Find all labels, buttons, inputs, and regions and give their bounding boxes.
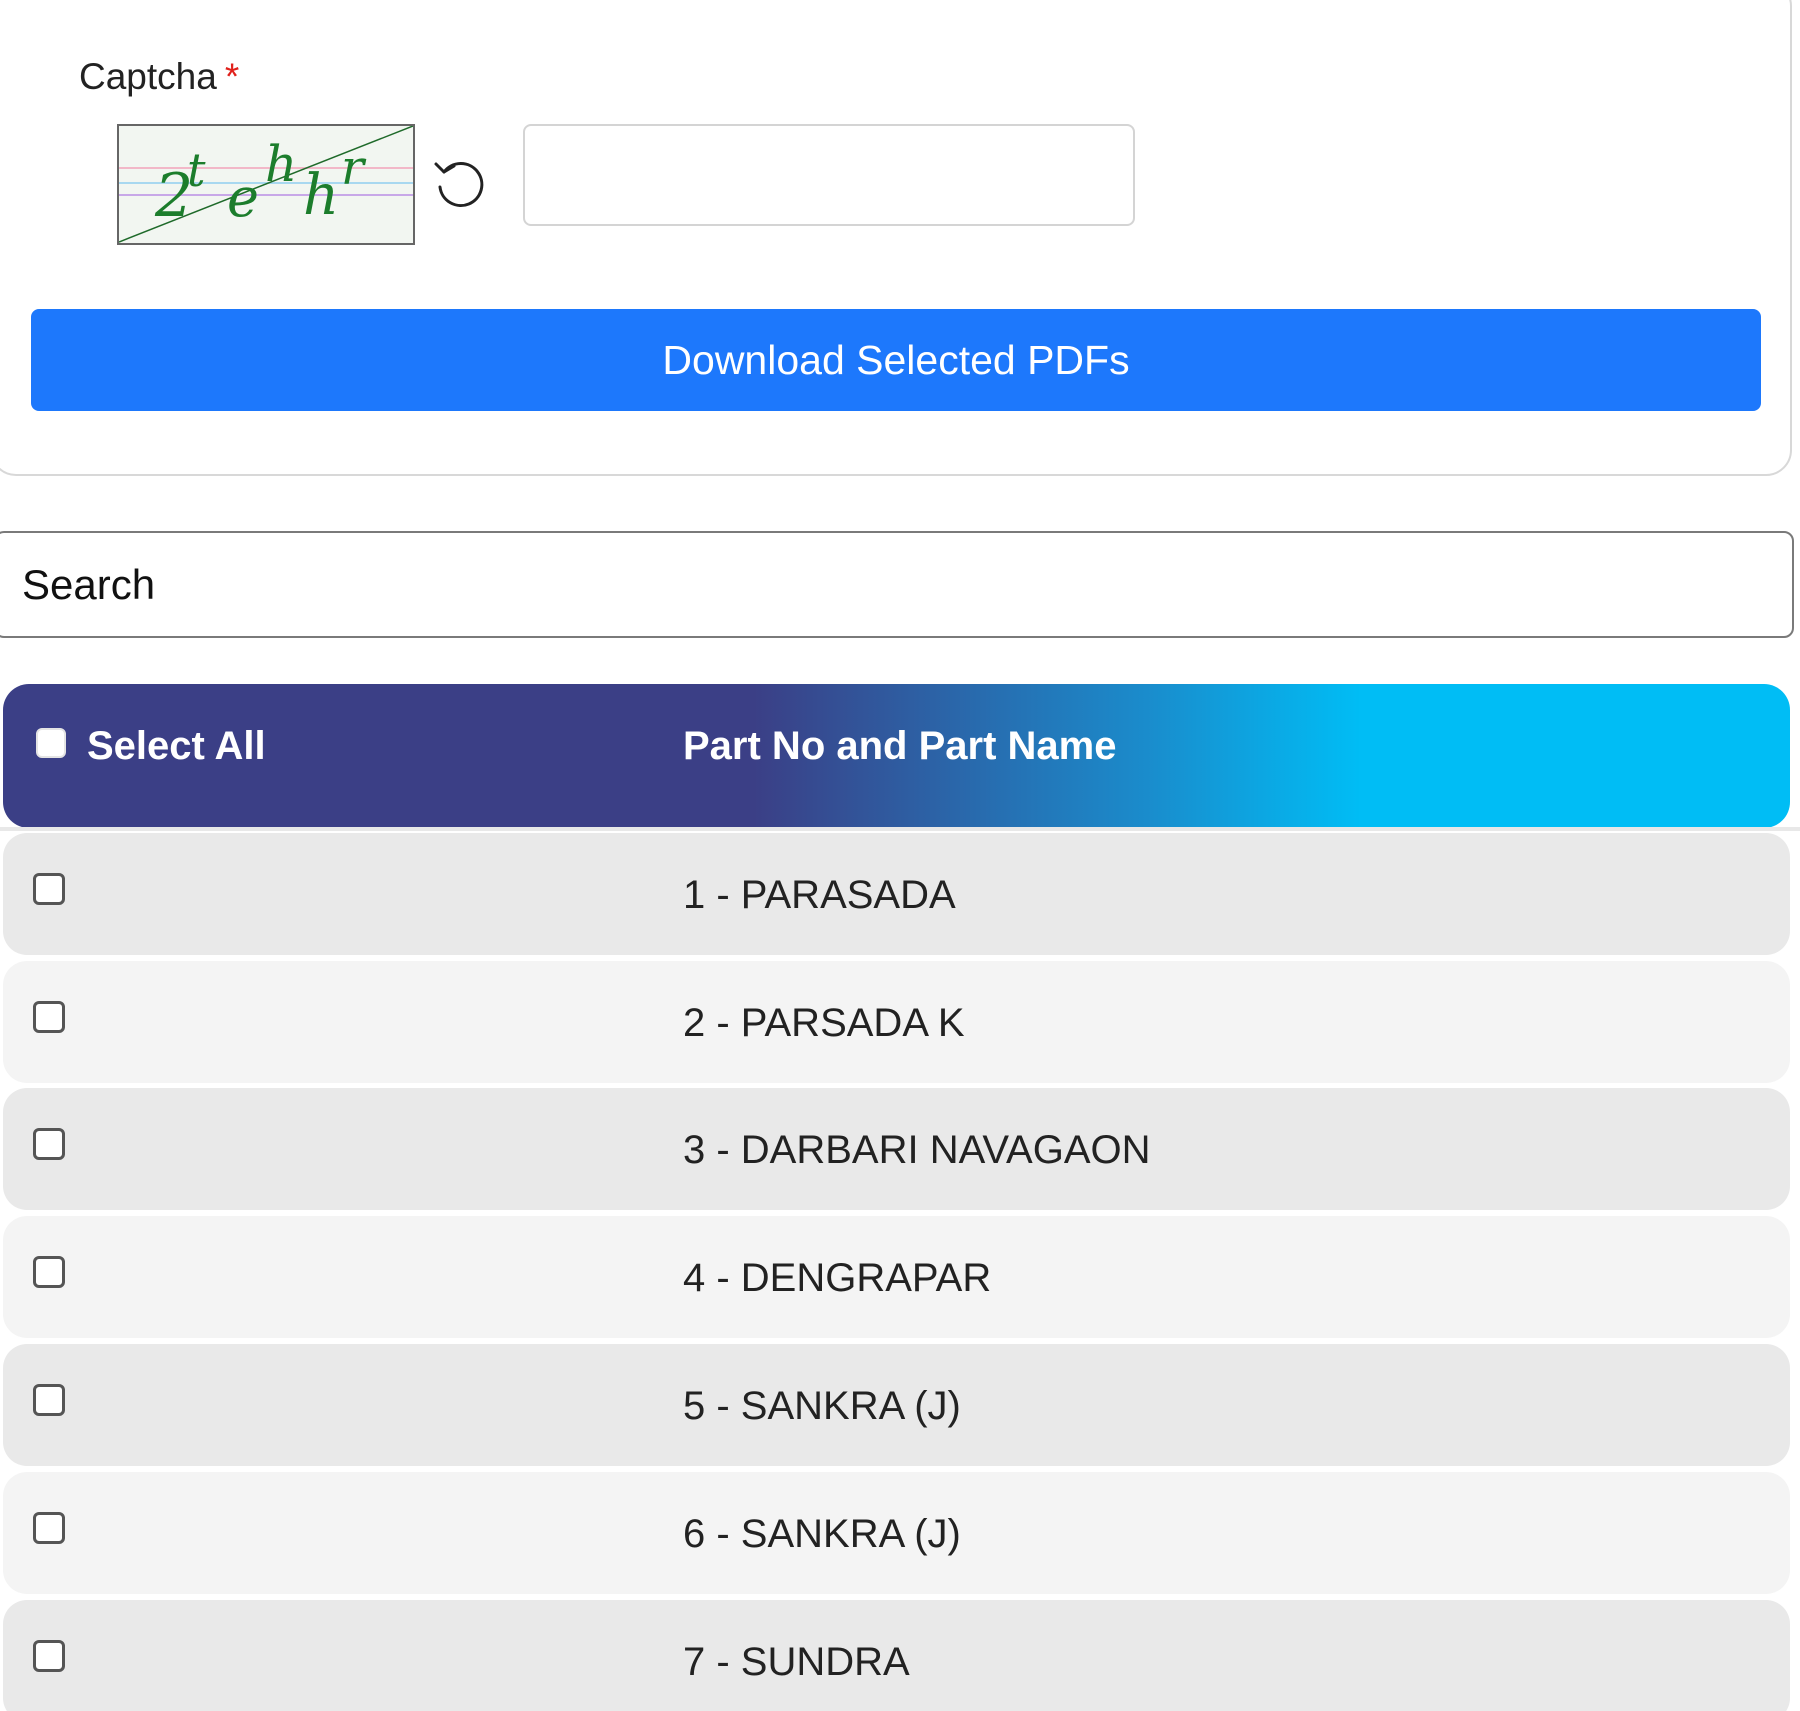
captcha-label-text: Captcha bbox=[79, 56, 217, 97]
captcha-glyph: h bbox=[303, 163, 339, 228]
search-input[interactable] bbox=[0, 531, 1794, 638]
captcha-glyph: r bbox=[341, 140, 367, 196]
table-row[interactable]: 2 - PARSADA K bbox=[3, 961, 1790, 1083]
part-name: 5 - SANKRA (J) bbox=[683, 1384, 961, 1428]
captcha-glyph: t bbox=[187, 143, 206, 197]
part-name: 1 - PARASADA bbox=[683, 873, 956, 917]
part-column-header: Part No and Part Name bbox=[683, 724, 1117, 768]
page: Captcha * 2 t e h h r Download Selected P… bbox=[0, 0, 1800, 1711]
captcha-label: Captcha * bbox=[79, 54, 239, 100]
table-row[interactable]: 1 - PARASADA bbox=[3, 833, 1790, 955]
captcha-image: 2 t e h h r bbox=[117, 124, 415, 245]
part-name: 4 - DENGRAPAR bbox=[683, 1256, 992, 1300]
refresh-icon-graphic bbox=[434, 162, 484, 208]
row-checkbox[interactable] bbox=[33, 1256, 65, 1288]
row-checkbox[interactable] bbox=[33, 1512, 65, 1544]
captcha-glyph: h bbox=[265, 135, 297, 193]
table-row[interactable]: 3 - DARBARI NAVAGAON bbox=[3, 1088, 1790, 1210]
row-checkbox[interactable] bbox=[33, 1128, 65, 1160]
row-checkbox[interactable] bbox=[33, 873, 65, 905]
part-name: 7 - SUNDRA bbox=[683, 1640, 910, 1684]
row-checkbox[interactable] bbox=[33, 1384, 65, 1416]
part-name: 6 - SANKRA (J) bbox=[683, 1512, 961, 1556]
refresh-icon[interactable] bbox=[432, 154, 488, 210]
table-row[interactable]: 7 - SUNDRA bbox=[3, 1600, 1790, 1711]
row-checkbox[interactable] bbox=[33, 1001, 65, 1033]
captcha-glyph: e bbox=[227, 166, 259, 229]
select-all-label: Select All bbox=[87, 724, 266, 768]
table-row[interactable]: 5 - SANKRA (J) bbox=[3, 1344, 1790, 1466]
header-divider bbox=[0, 827, 1800, 831]
table-header: Select All Part No and Part Name bbox=[3, 684, 1790, 828]
captcha-graphic: 2 t e h h r bbox=[119, 126, 413, 243]
captcha-input[interactable] bbox=[523, 124, 1135, 226]
download-selected-pdfs-button[interactable]: Download Selected PDFs bbox=[31, 309, 1761, 411]
table-row[interactable]: 6 - SANKRA (J) bbox=[3, 1472, 1790, 1594]
table-row[interactable]: 4 - DENGRAPAR bbox=[3, 1216, 1790, 1338]
part-name: 2 - PARSADA K bbox=[683, 1001, 965, 1045]
part-name: 3 - DARBARI NAVAGAON bbox=[683, 1128, 1151, 1172]
required-star: * bbox=[224, 56, 240, 97]
select-all-checkbox[interactable] bbox=[36, 728, 66, 758]
row-checkbox[interactable] bbox=[33, 1640, 65, 1672]
